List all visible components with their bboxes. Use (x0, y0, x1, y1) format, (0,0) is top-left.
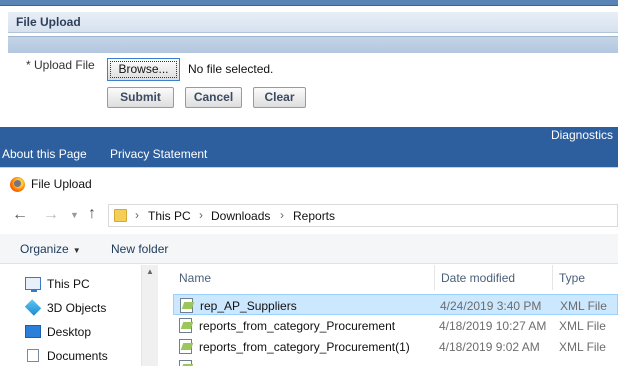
file-list: Name Date modified Type rep_AP_Suppliers… (158, 265, 618, 366)
clear-button[interactable]: Clear (253, 87, 306, 108)
xml-file-icon (180, 298, 193, 313)
top-banner-strip (0, 0, 618, 6)
xml-file-icon (179, 360, 192, 366)
file-type: XML File (559, 319, 606, 333)
column-header-label: Type (559, 271, 586, 285)
xml-file-icon (179, 339, 192, 354)
breadcrumb-downloads[interactable]: Downloads (211, 209, 270, 223)
section-title: File Upload (16, 15, 81, 29)
organize-label: Organize (20, 242, 69, 256)
up-arrow-icon[interactable]: ↑ (88, 205, 96, 223)
column-header-date-modified[interactable]: Date modified (435, 265, 553, 290)
breadcrumb-separator-icon[interactable]: › (280, 208, 284, 222)
firefox-icon (10, 177, 25, 192)
breadcrumb-separator-icon[interactable]: › (199, 208, 203, 222)
browse-button[interactable]: Browse... (107, 58, 180, 81)
file-row[interactable] (173, 357, 618, 366)
file-date: 4/18/2019 9:02 AM (439, 340, 540, 354)
organize-menu[interactable]: Organize ▼ (20, 242, 81, 256)
file-name: reports_from_category_Procurement(1) (199, 340, 410, 354)
dialog-toolbar: Organize ▼ New folder (0, 234, 618, 264)
dropdown-arrow-icon: ▼ (72, 246, 81, 255)
file-upload-dialog: File Upload ← → ▼ ↑ › This PC › Download… (0, 167, 618, 366)
file-type: XML File (559, 340, 606, 354)
file-name: reports_from_category_Procurement (199, 319, 396, 333)
back-arrow-icon[interactable]: ← (12, 206, 28, 224)
file-date: 4/18/2019 10:27 AM (439, 319, 547, 333)
computer-icon (25, 277, 41, 292)
column-header-name[interactable]: Name (173, 265, 435, 290)
forward-arrow-icon[interactable]: → (43, 206, 59, 224)
address-bar[interactable]: › This PC › Downloads › Reports (108, 204, 618, 227)
navigation-pane: This PC 3D Objects Desktop Documents ▲ (0, 265, 158, 366)
file-type: XML File (560, 299, 607, 313)
about-page-link[interactable]: About this Page (2, 147, 87, 161)
nav-item-label: 3D Objects (47, 301, 107, 315)
breadcrumb-this-pc[interactable]: This PC (148, 209, 191, 223)
diagnostics-link[interactable]: Diagnostics (551, 128, 613, 142)
documents-icon (27, 349, 39, 362)
cancel-button[interactable]: Cancel (185, 87, 242, 108)
upload-file-label: * Upload File (26, 58, 95, 72)
nav-item-label: Documents (47, 349, 108, 363)
nav-item-label: Desktop (47, 325, 92, 339)
folder-icon (114, 209, 127, 222)
footer-bar: Diagnostics About this Page Privacy Stat… (0, 127, 618, 167)
section-header: File Upload (8, 12, 618, 33)
file-row[interactable]: rep_AP_Suppliers 4/24/2019 3:40 PM XML F… (173, 294, 618, 315)
3d-objects-icon (24, 299, 42, 316)
file-row[interactable]: reports_from_category_Procurement(1) 4/1… (173, 336, 618, 357)
file-row[interactable]: reports_from_category_Procurement 4/18/2… (173, 315, 618, 336)
xml-file-icon (179, 318, 192, 333)
recent-locations-chevron-icon[interactable]: ▼ (70, 210, 79, 220)
column-header-label: Date modified (441, 271, 516, 285)
breadcrumb-separator-icon[interactable]: › (135, 208, 139, 222)
desktop-icon (25, 325, 41, 338)
scroll-up-arrow-icon[interactable]: ▲ (146, 267, 154, 276)
breadcrumb-reports[interactable]: Reports (293, 209, 335, 223)
no-file-status: No file selected. (188, 62, 274, 76)
section-subheader (8, 36, 618, 53)
nav-item-label: This PC (47, 277, 90, 291)
file-name: rep_AP_Suppliers (200, 299, 297, 313)
column-header-label: Name (179, 271, 212, 285)
privacy-statement-link[interactable]: Privacy Statement (110, 147, 207, 161)
nav-pane-scrollbar[interactable]: ▲ (141, 265, 158, 366)
new-folder-button[interactable]: New folder (111, 242, 168, 256)
submit-button[interactable]: Submit (107, 87, 174, 108)
dialog-title: File Upload (31, 177, 92, 191)
file-date: 4/24/2019 3:40 PM (440, 299, 542, 313)
column-header-type[interactable]: Type (553, 265, 618, 290)
